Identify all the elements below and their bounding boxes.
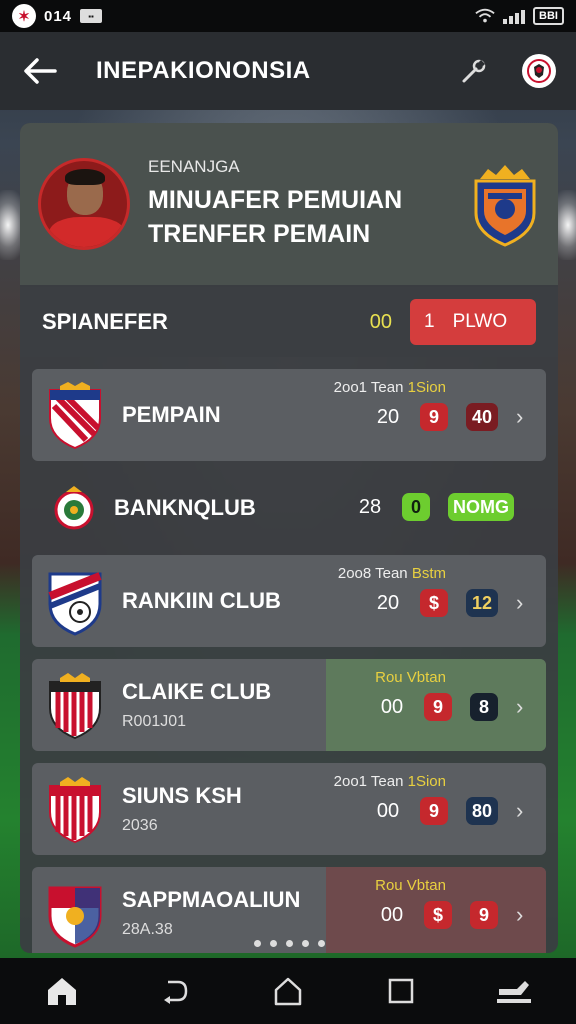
plwo-button[interactable]: 1 PLWO <box>410 299 536 345</box>
club-pill-primary: 9 <box>424 693 452 721</box>
wifi-icon <box>475 8 495 23</box>
club-stat: 00 <box>380 695 404 718</box>
club-name: PEMPAIN <box>122 402 221 427</box>
club-pill-primary: 9 <box>419 797 448 825</box>
chevron-right-icon[interactable]: › <box>516 902 532 928</box>
hero-title-line-1: MINUAFER PEMUIAN <box>148 186 403 214</box>
status-bar: ✶ 014 ▪▪ BBI <box>0 0 576 32</box>
club-crest-icon <box>49 382 101 450</box>
player-hero: EENANJGA MINUAFER PEMUIAN TRENFER PEMAIN <box>20 123 558 287</box>
wrench-icon[interactable] <box>456 53 492 89</box>
club-row[interactable]: RANKIIN CLUB 2oo8 Tean Bstm 20 $ 12 › <box>32 555 546 647</box>
club-logo-icon: ✶ <box>12 4 36 28</box>
club-pill-secondary: 40 <box>465 403 498 431</box>
club-pill-secondary: 8 <box>470 693 498 721</box>
hero-title-line-2: TRENFER PEMAIN <box>148 220 371 248</box>
house-outline-icon[interactable] <box>266 969 310 1013</box>
club-name: SIUNS KSH <box>122 783 242 808</box>
app-bar: INEPAKIONONSIA <box>0 32 576 110</box>
club-name: BANKNQLUB <box>114 495 256 520</box>
club-note: Rou Vbtan <box>375 669 446 686</box>
club-stat: 28 <box>358 495 382 518</box>
club-pill-primary: 9 <box>419 403 448 431</box>
notification-icon: ▪▪ <box>80 9 103 23</box>
club-pill-primary: 0 <box>402 493 430 521</box>
chevron-right-icon[interactable]: › <box>516 590 532 616</box>
club-stat: 20 <box>376 405 400 428</box>
club-stat: 00 <box>380 903 404 926</box>
club-name: SAPPMAOALIUN <box>122 887 301 912</box>
club-row[interactable]: SIUNS KSH 2036 2oo1 Tean 1Sion 00 9 80 › <box>32 763 546 855</box>
app-switch-icon[interactable] <box>492 969 536 1013</box>
club-name: RANKIIN CLUB <box>122 588 281 613</box>
chevron-right-icon[interactable]: › <box>516 798 532 824</box>
club-pill-secondary: NOMG <box>448 493 514 521</box>
back-nav-icon[interactable] <box>153 969 197 1013</box>
navigation-bar <box>0 958 576 1024</box>
player-avatar[interactable] <box>38 158 130 250</box>
club-crest-icon <box>49 777 101 844</box>
club-row[interactable]: PEMPAIN 2oo1 Tean 1Sion 20 9 40 › <box>32 369 546 461</box>
club-pill-secondary: 12 <box>465 589 498 617</box>
club-row[interactable]: BANKNQLUB 28 0 NOMG <box>32 473 546 543</box>
arrow-left-icon[interactable] <box>20 51 60 91</box>
club-note: 2oo8 Tean Bstm <box>337 565 446 582</box>
status-time: 014 <box>44 7 73 25</box>
section-title: SPIANEFER <box>42 309 168 334</box>
club-sub: 28A.38 <box>122 921 173 938</box>
hero-subtitle: EENANJGA <box>148 157 240 176</box>
club-stat: 20 <box>376 591 400 614</box>
club-crest-icon <box>54 486 94 530</box>
club-pill-primary: $ <box>424 901 452 929</box>
plwo-button-label: PLWO <box>452 311 508 332</box>
club-crest-icon <box>48 572 102 636</box>
club-crest-icon <box>48 886 102 948</box>
battery-indicator: BBI <box>533 7 564 25</box>
club-pill-secondary: 80 <box>465 797 498 825</box>
club-badge-icon[interactable] <box>522 54 556 88</box>
app-title: INEPAKIONONSIA <box>96 57 311 84</box>
club-note: 2oo1 Tean 1Sion <box>333 379 446 396</box>
signal-icon <box>503 8 526 24</box>
club-note: Rou Vbtan <box>375 877 446 894</box>
plwo-button-number: 1 <box>424 311 435 332</box>
club-pill-primary: $ <box>419 589 448 617</box>
club-name: CLAIKE CLUB <box>122 679 272 704</box>
transfer-panel: EENANJGA MINUAFER PEMUIAN TRENFER PEMAIN… <box>20 123 558 953</box>
club-row[interactable]: CLAIKE CLUB R001J01 Rou Vbtan 00 9 8 › <box>32 659 546 751</box>
club-stat: 00 <box>376 799 400 822</box>
club-pill-secondary: 9 <box>470 901 498 929</box>
club-note: 2oo1 Tean 1Sion <box>333 773 446 790</box>
team-crest-icon <box>474 165 536 247</box>
club-crest-icon <box>49 673 101 740</box>
chevron-right-icon[interactable]: › <box>516 404 532 430</box>
section-header: SPIANEFER 00 1 PLWO <box>20 287 558 357</box>
club-sub: R001J01 <box>122 713 187 730</box>
home-icon[interactable] <box>40 969 84 1013</box>
club-sub: 2036 <box>122 817 158 834</box>
section-count: 00 <box>369 310 392 333</box>
square-icon[interactable] <box>379 969 423 1013</box>
chevron-right-icon[interactable]: › <box>516 694 532 720</box>
